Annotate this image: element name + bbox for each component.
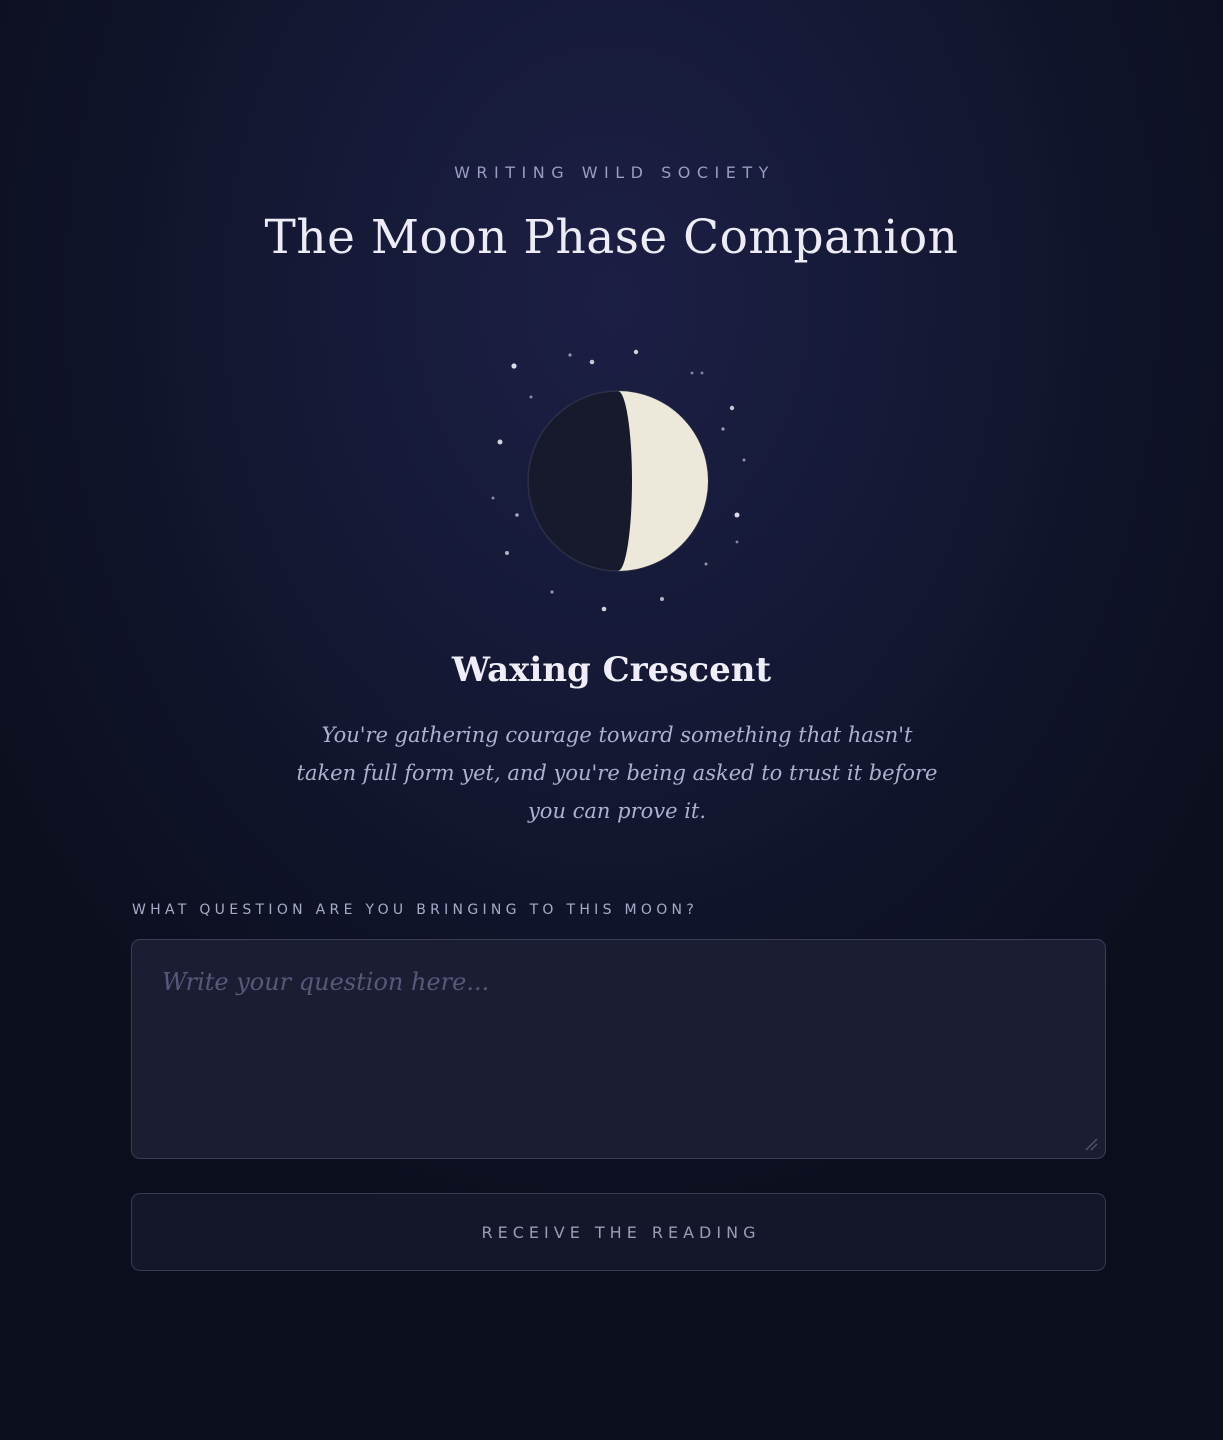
page-title: The Moon Phase Companion <box>264 210 959 265</box>
star <box>742 458 746 462</box>
star <box>729 405 735 411</box>
moon-svg <box>491 349 746 612</box>
receive-reading-button[interactable]: RECEIVE THE READING <box>131 1193 1106 1271</box>
star <box>633 349 639 355</box>
star <box>700 371 704 375</box>
star <box>515 513 519 517</box>
society-name: WRITING WILD SOCIETY <box>454 163 775 182</box>
star <box>505 551 509 555</box>
moon-illustration <box>484 342 750 618</box>
phase-description: You're gathering courage toward somethin… <box>296 723 938 823</box>
star <box>511 363 517 369</box>
star <box>491 496 495 500</box>
star <box>529 395 533 399</box>
question-textarea[interactable] <box>131 939 1106 1159</box>
star <box>550 590 554 594</box>
star <box>497 439 503 445</box>
resize-handle-icon[interactable] <box>1084 1137 1098 1151</box>
star <box>601 606 607 612</box>
star <box>660 597 664 601</box>
star <box>690 371 694 375</box>
waxing-crescent-moon-icon <box>527 390 709 572</box>
question-label: WHAT QUESTION ARE YOU BRINGING TO THIS M… <box>132 902 699 918</box>
star <box>568 353 572 357</box>
star <box>704 562 708 566</box>
star <box>735 540 739 544</box>
star <box>734 512 740 518</box>
star <box>589 359 595 365</box>
phase-name: Waxing Crescent <box>451 650 772 690</box>
star <box>721 427 725 431</box>
